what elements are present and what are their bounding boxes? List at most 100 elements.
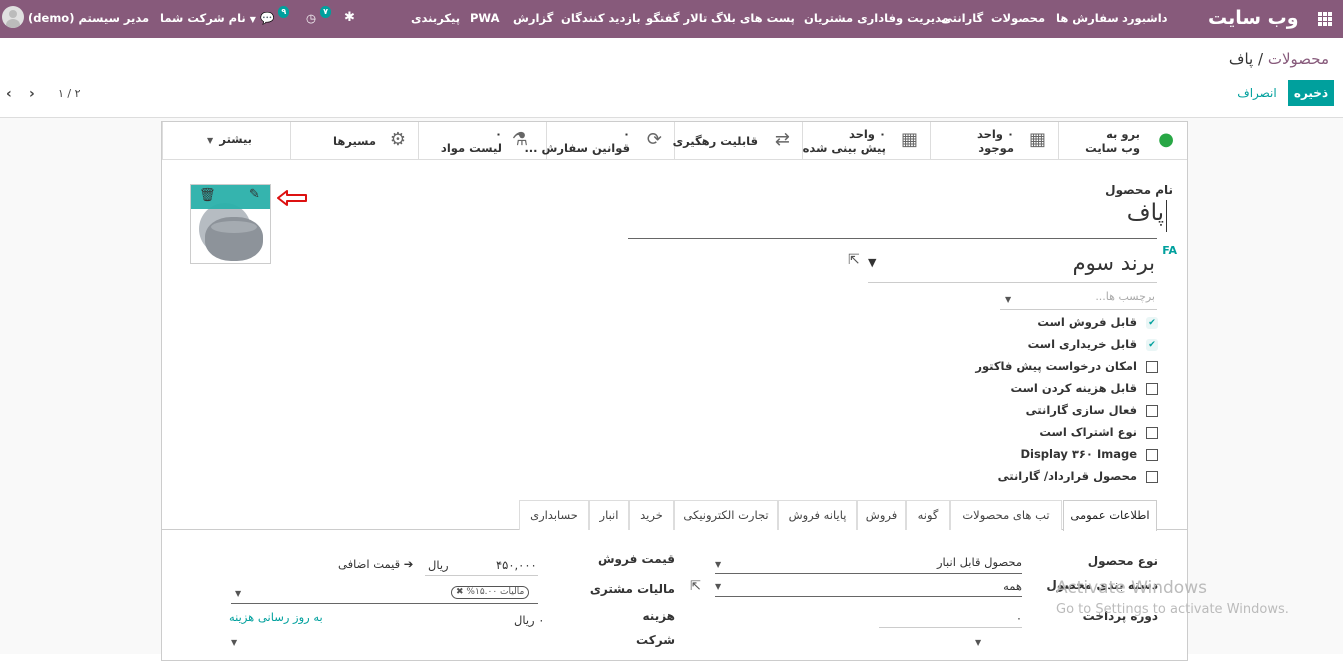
tab-general-info[interactable]: اطلاعات عمومی — [1063, 500, 1157, 531]
product-category-select[interactable]: همه — [1003, 579, 1022, 593]
routes-button[interactable]: ⚙ مسیرها — [290, 122, 418, 160]
activity-menu[interactable]: ۷ ◷ — [306, 0, 331, 38]
menu-orders[interactable]: سفارش ها — [1056, 0, 1119, 38]
payment-term-input[interactable]: ۰ — [1016, 611, 1022, 625]
menu-forum[interactable]: تالار گفتگو — [646, 0, 707, 38]
extra-price-link[interactable]: ➔ قیمت اضافی — [338, 557, 413, 571]
sale-price-underline — [425, 575, 538, 576]
menu-loyalty[interactable]: مدیریت وفاداری مشتریان — [804, 0, 949, 38]
external-link-icon[interactable]: ⇱ — [848, 252, 860, 268]
menu-visitors[interactable]: بازدید کنندگان — [561, 0, 641, 38]
exchange-icon: ⇄ — [774, 129, 790, 150]
category-underline — [715, 596, 1022, 597]
globe-icon: ● — [1158, 129, 1174, 150]
chevron-down-icon: ▼ — [249, 15, 256, 24]
breadcrumb-parent[interactable]: محصولات — [1268, 50, 1329, 68]
chevron-down-icon[interactable]: ▼ — [231, 638, 237, 647]
activity-count: ۷ — [320, 6, 331, 18]
menu-configuration[interactable]: پیکربندی — [411, 0, 460, 38]
dropdown-caret-icon[interactable]: ▼ — [868, 256, 876, 269]
tab-ecommerce[interactable]: تجارت الکترونیکی — [674, 500, 778, 530]
display-360-checkbox[interactable] — [1146, 449, 1158, 461]
tab-inventory[interactable]: انبار — [589, 500, 629, 530]
chevron-down-icon[interactable]: ▼ — [235, 589, 241, 598]
pager-previous-icon[interactable]: ‹ — [6, 87, 12, 101]
brand-field[interactable]: برند سوم — [1073, 251, 1155, 275]
external-link-icon[interactable]: ⇱ — [690, 579, 701, 594]
purchasable-checkbox[interactable]: ✔ — [1146, 339, 1158, 351]
product-type-underline — [715, 573, 1022, 574]
language-badge[interactable]: FA — [1162, 244, 1177, 257]
tab-pos[interactable]: پایانه فروش — [778, 500, 857, 530]
tab-accounting[interactable]: حسابداری — [519, 500, 589, 530]
tags-input[interactable]: برچسب ها... — [1095, 290, 1155, 303]
windows-activation-watermark: Activate Windows Go to Settings to activ… — [1056, 578, 1289, 617]
remove-tag-icon[interactable]: ✖ — [456, 587, 464, 597]
pencil-icon[interactable]: ✎ — [249, 187, 260, 202]
form-sheet: ● برو به وب سایت ▦ ۰ واحد موجود ▦ ۰ واحد… — [161, 121, 1188, 661]
watermark-line1: Activate Windows — [1056, 578, 1207, 598]
menu-blog-posts[interactable]: پست های بلاگ — [711, 0, 795, 38]
product-name-input[interactable]: پاف — [1127, 200, 1167, 232]
product-image[interactable]: 🗑 ✎ — [190, 184, 271, 264]
messaging-menu[interactable]: ۹ 💬 — [260, 0, 290, 38]
pouf-shape-seam — [211, 221, 257, 233]
forecasted-button[interactable]: ▦ ۰ واحد پیش بینی شده — [802, 122, 930, 160]
product-name-underline — [628, 238, 1157, 239]
bill-of-materials-button[interactable]: ⚗ ۰ لیست مواد — [418, 122, 546, 160]
extra-price-label: قیمت اضافی — [338, 557, 401, 571]
tab-product-tabs[interactable]: تب های محصولات — [950, 500, 1062, 530]
traceability-button[interactable]: ⇄ قابلیت رهگیری — [673, 122, 802, 160]
tab-purchase[interactable]: خرید — [629, 500, 674, 530]
pager-value[interactable]: ۱ / ۲ — [58, 87, 81, 100]
expensable-checkbox[interactable] — [1146, 383, 1158, 395]
quotation-request-checkbox[interactable] — [1146, 361, 1158, 373]
company-switcher[interactable]: ▼ نام شرکت شما — [160, 0, 256, 38]
menu-dashboard[interactable]: داشبورد — [1122, 0, 1168, 38]
contract-checkbox[interactable] — [1146, 471, 1158, 483]
top-navbar: وب سایت داشبورد سفارش ها محصولات گارانتی… — [0, 0, 1343, 38]
brand-underline — [868, 282, 1157, 283]
reordering-rules-button[interactable]: ⟳ ۰ قوانین سفارش ... — [524, 122, 674, 160]
warranty-checkbox[interactable] — [1146, 405, 1158, 417]
chat-count: ۹ — [278, 6, 290, 18]
product-type-select[interactable]: محصول قابل انبار — [937, 555, 1022, 569]
smart-buttons: ● برو به وب سایت ▦ ۰ واحد موجود ▦ ۰ واحد… — [162, 122, 1187, 160]
app-title[interactable]: وب سایت — [1208, 0, 1299, 38]
breadcrumb: محصولات / پاف — [1229, 50, 1329, 68]
on-hand-button[interactable]: ▦ ۰ واحد موجود — [930, 122, 1058, 160]
onhand-qty: ۰ واحد — [976, 127, 1014, 141]
cubes-icon: ▦ — [900, 129, 918, 150]
update-cost-link[interactable]: به روز رسانی هزینه — [229, 610, 323, 624]
menu-reporting[interactable]: گزارش — [513, 0, 553, 38]
display-360-label: Display ۳۶۰ Image — [1020, 447, 1137, 461]
apps-menu-icon[interactable] — [1318, 12, 1332, 26]
sale-price-label: قیمت فروش — [597, 552, 675, 566]
trash-icon[interactable]: 🗑 — [199, 188, 216, 203]
tags-underline — [1000, 309, 1157, 310]
menu-pwa[interactable]: PWA — [470, 0, 500, 38]
go-to-website-button[interactable]: ● برو به وب سایت — [1058, 122, 1188, 160]
menu-products[interactable]: محصولات — [991, 0, 1045, 38]
saleable-checkbox[interactable]: ✔ — [1146, 317, 1158, 329]
forecast-qty: ۰ واحد — [848, 127, 886, 141]
save-button[interactable]: ذخیره — [1288, 80, 1334, 106]
sale-price-input[interactable]: ۴۵۰,۰۰۰ — [496, 558, 537, 572]
pager-next-icon[interactable]: › — [29, 87, 35, 101]
user-menu[interactable]: مدیر سیستم (demo) — [2, 0, 149, 38]
contract-label: محصول قرارداد/ گارانتی — [997, 469, 1137, 483]
payment-underline — [879, 627, 1022, 628]
watermark-line2: Go to Settings to activate Windows. — [1056, 602, 1289, 617]
subscription-checkbox[interactable] — [1146, 427, 1158, 439]
discard-button[interactable]: انصراف — [1232, 80, 1282, 106]
product-type-label: نوع محصول — [1087, 554, 1158, 568]
red-arrow-annotation-icon — [277, 190, 307, 206]
bom-count: ۰ — [494, 127, 502, 141]
refresh-icon: ⟳ — [646, 129, 662, 150]
tab-sales[interactable]: فروش — [857, 500, 906, 530]
chevron-down-icon[interactable]: ▼ — [1005, 295, 1011, 304]
debug-bug-icon[interactable]: ✱ — [344, 0, 355, 38]
tab-variants[interactable]: گونه — [906, 500, 950, 530]
more-button[interactable]: بیشتر ▼ — [162, 122, 290, 160]
company-label: شرکت — [636, 633, 675, 647]
